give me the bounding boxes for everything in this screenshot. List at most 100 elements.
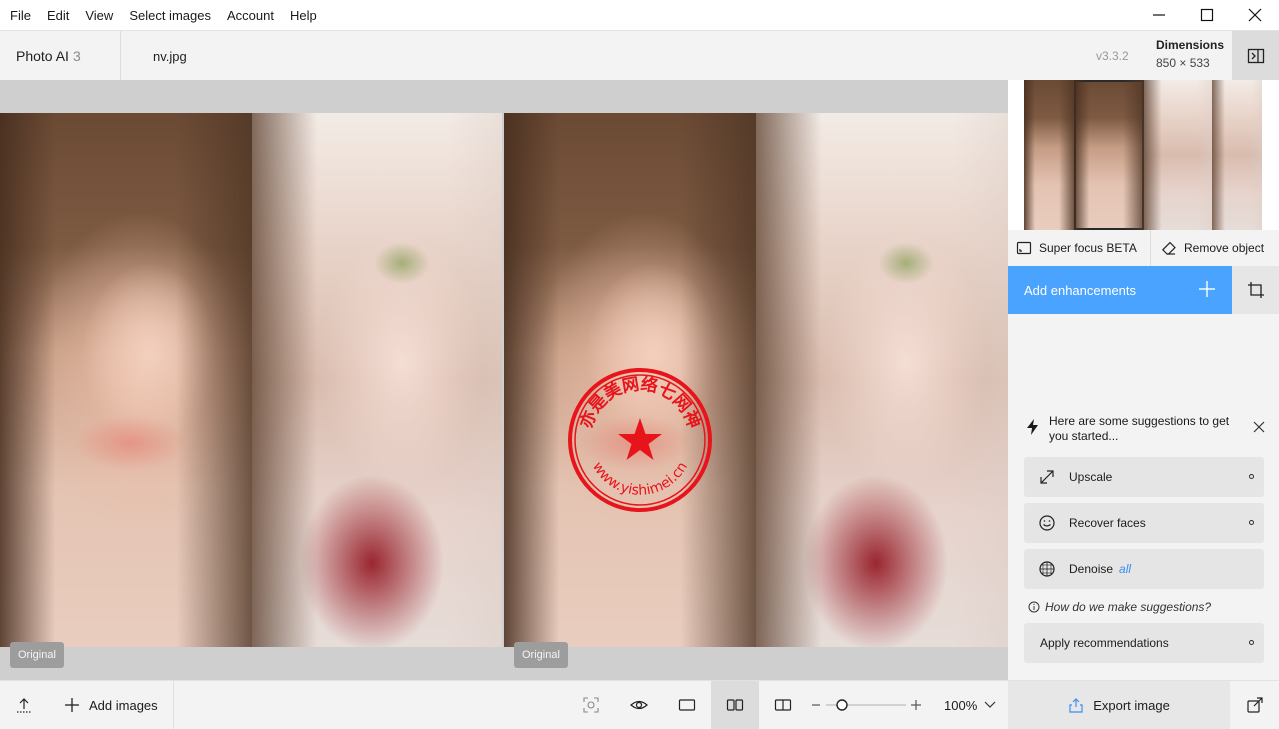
image-count: 3 (72, 48, 81, 64)
lightning-icon (1027, 419, 1038, 435)
super-focus-button[interactable]: Super focus BETA (1008, 230, 1150, 266)
close-suggestions-icon[interactable] (1252, 420, 1266, 434)
share-export-icon (1069, 698, 1083, 713)
menu-bar: File Edit View Select images Account Hel… (0, 0, 1279, 30)
window-controls (1135, 0, 1279, 30)
thumbnail-2[interactable] (1074, 80, 1144, 230)
original-photo-left (0, 113, 252, 647)
preview-anime-right (756, 113, 1008, 647)
eraser-icon (1161, 241, 1176, 255)
thumbnail-strip (1008, 80, 1279, 230)
suggestion-dot (1249, 474, 1254, 479)
dimensions-value: 850 × 533 (1156, 56, 1210, 70)
thumbnail-1[interactable] (1024, 80, 1074, 230)
plus-icon (1199, 281, 1215, 297)
zoom-value[interactable]: 100% (944, 698, 977, 713)
close-icon (1248, 8, 1262, 22)
remove-object-button[interactable]: Remove object (1151, 230, 1279, 266)
dimensions-info: Dimensions 850 × 533 (1156, 38, 1224, 70)
single-view-icon (678, 699, 696, 711)
denoise-all-tag: all (1119, 562, 1132, 576)
export-image-button[interactable]: Export image (1008, 681, 1230, 729)
add-images-label: Add images (89, 697, 158, 713)
suggestion-label: Upscale (1069, 470, 1113, 484)
suggestion-label: Denoise (1069, 562, 1114, 576)
apply-recommendations-button[interactable]: Apply recommendations (1024, 623, 1264, 663)
header-divider (120, 31, 121, 81)
image-canvas[interactable]: 亦是美网络七网神 www.yishimei.cn Original Origin… (0, 80, 1008, 680)
add-images-button[interactable]: Add images (64, 681, 158, 729)
suggestion-recover-faces[interactable]: Recover faces (1024, 503, 1264, 543)
side-by-side-view-button[interactable] (711, 681, 759, 729)
face-detect-button[interactable] (568, 681, 614, 729)
menu-items: File Edit View Select images Account Hel… (0, 0, 333, 30)
bottom-bar: Add images 100% Export image (0, 680, 1279, 729)
suggestion-denoise[interactable]: Denoise all (1024, 549, 1264, 589)
apply-recommendations-label: Apply recommendations (1040, 636, 1169, 650)
close-window-button[interactable] (1231, 0, 1279, 30)
super-focus-label: Super focus BETA (1039, 241, 1137, 255)
eye-icon (630, 700, 648, 710)
version-label: v3.3.2 (1096, 49, 1129, 63)
crop-button[interactable] (1232, 266, 1279, 314)
suggestion-label: Recover faces (1069, 516, 1146, 530)
file-name: nv.jpg (153, 49, 187, 64)
apply-dot (1249, 640, 1254, 645)
how-suggestions-link[interactable]: How do we make suggestions? (1028, 600, 1211, 614)
split-view-button[interactable] (760, 681, 806, 729)
zoom-slider[interactable] (812, 698, 922, 712)
crop-icon (1247, 282, 1264, 298)
batch-export-icon (1247, 697, 1263, 713)
thumbnail-4[interactable] (1212, 80, 1262, 230)
side-by-side-icon (726, 699, 744, 711)
suggestion-upscale[interactable]: Upscale (1024, 457, 1264, 497)
maximize-button[interactable] (1183, 0, 1231, 30)
upload-button[interactable] (0, 681, 48, 729)
menu-account[interactable]: Account (227, 8, 274, 23)
suggestions-text: Here are some suggestions to get you sta… (1049, 414, 1230, 443)
add-enhancements-button[interactable]: Add enhancements (1008, 266, 1232, 314)
menu-select-images[interactable]: Select images (129, 8, 211, 23)
menu-help[interactable]: Help (290, 8, 317, 23)
app-header: Photo AI 3 nv.jpg v3.3.2 Dimensions 850 ×… (0, 30, 1279, 81)
denoise-grid-icon (1039, 561, 1055, 577)
watermark-stamp: 亦是美网络七网神 www.yishimei.cn (568, 368, 712, 512)
menu-edit[interactable]: Edit (47, 8, 69, 23)
suggestions-header: Here are some suggestions to get you sta… (1024, 414, 1274, 444)
comparison-divider[interactable] (502, 113, 504, 647)
minimize-button[interactable] (1135, 0, 1183, 30)
suggestion-dot (1249, 520, 1254, 525)
batch-export-button[interactable] (1231, 681, 1279, 729)
info-icon (1028, 601, 1040, 613)
export-image-label: Export image (1093, 697, 1170, 713)
panel-toggle-button[interactable] (1232, 31, 1279, 81)
thumbnail-3[interactable] (1144, 80, 1212, 230)
focus-frame-icon (1016, 241, 1032, 255)
add-enhancements-label: Add enhancements (1024, 282, 1137, 298)
split-view-icon (774, 699, 792, 711)
app-title: Photo AI 3 (16, 48, 81, 64)
how-suggestions-label: How do we make suggestions? (1045, 600, 1212, 614)
original-badge-right: Original (514, 642, 568, 668)
menu-file[interactable]: File (10, 8, 31, 23)
upload-icon (17, 698, 31, 713)
original-anime-left (252, 113, 502, 647)
stamp-text-bottom: www.yishimei.cn (589, 459, 691, 499)
single-view-button[interactable] (664, 681, 710, 729)
zoom-thumb[interactable] (836, 699, 848, 711)
preview-button[interactable] (616, 681, 662, 729)
smile-face-icon (1039, 515, 1055, 531)
right-panel: Super focus BETA Remove object Add enhan… (1008, 80, 1279, 680)
minimize-icon (1153, 14, 1165, 16)
remove-object-label: Remove object (1184, 241, 1265, 255)
tools-row: Super focus BETA Remove object (1008, 230, 1279, 266)
panel-toggle-icon (1247, 48, 1264, 64)
bottom-separator (173, 681, 174, 729)
dimensions-label: Dimensions (1156, 38, 1225, 52)
maximize-icon (1200, 8, 1214, 22)
menu-view[interactable]: View (85, 8, 113, 23)
scan-face-icon (583, 697, 599, 713)
app-name: Photo AI (16, 48, 69, 64)
stamp-star-icon (618, 418, 662, 460)
chevron-down-icon[interactable] (984, 700, 996, 710)
